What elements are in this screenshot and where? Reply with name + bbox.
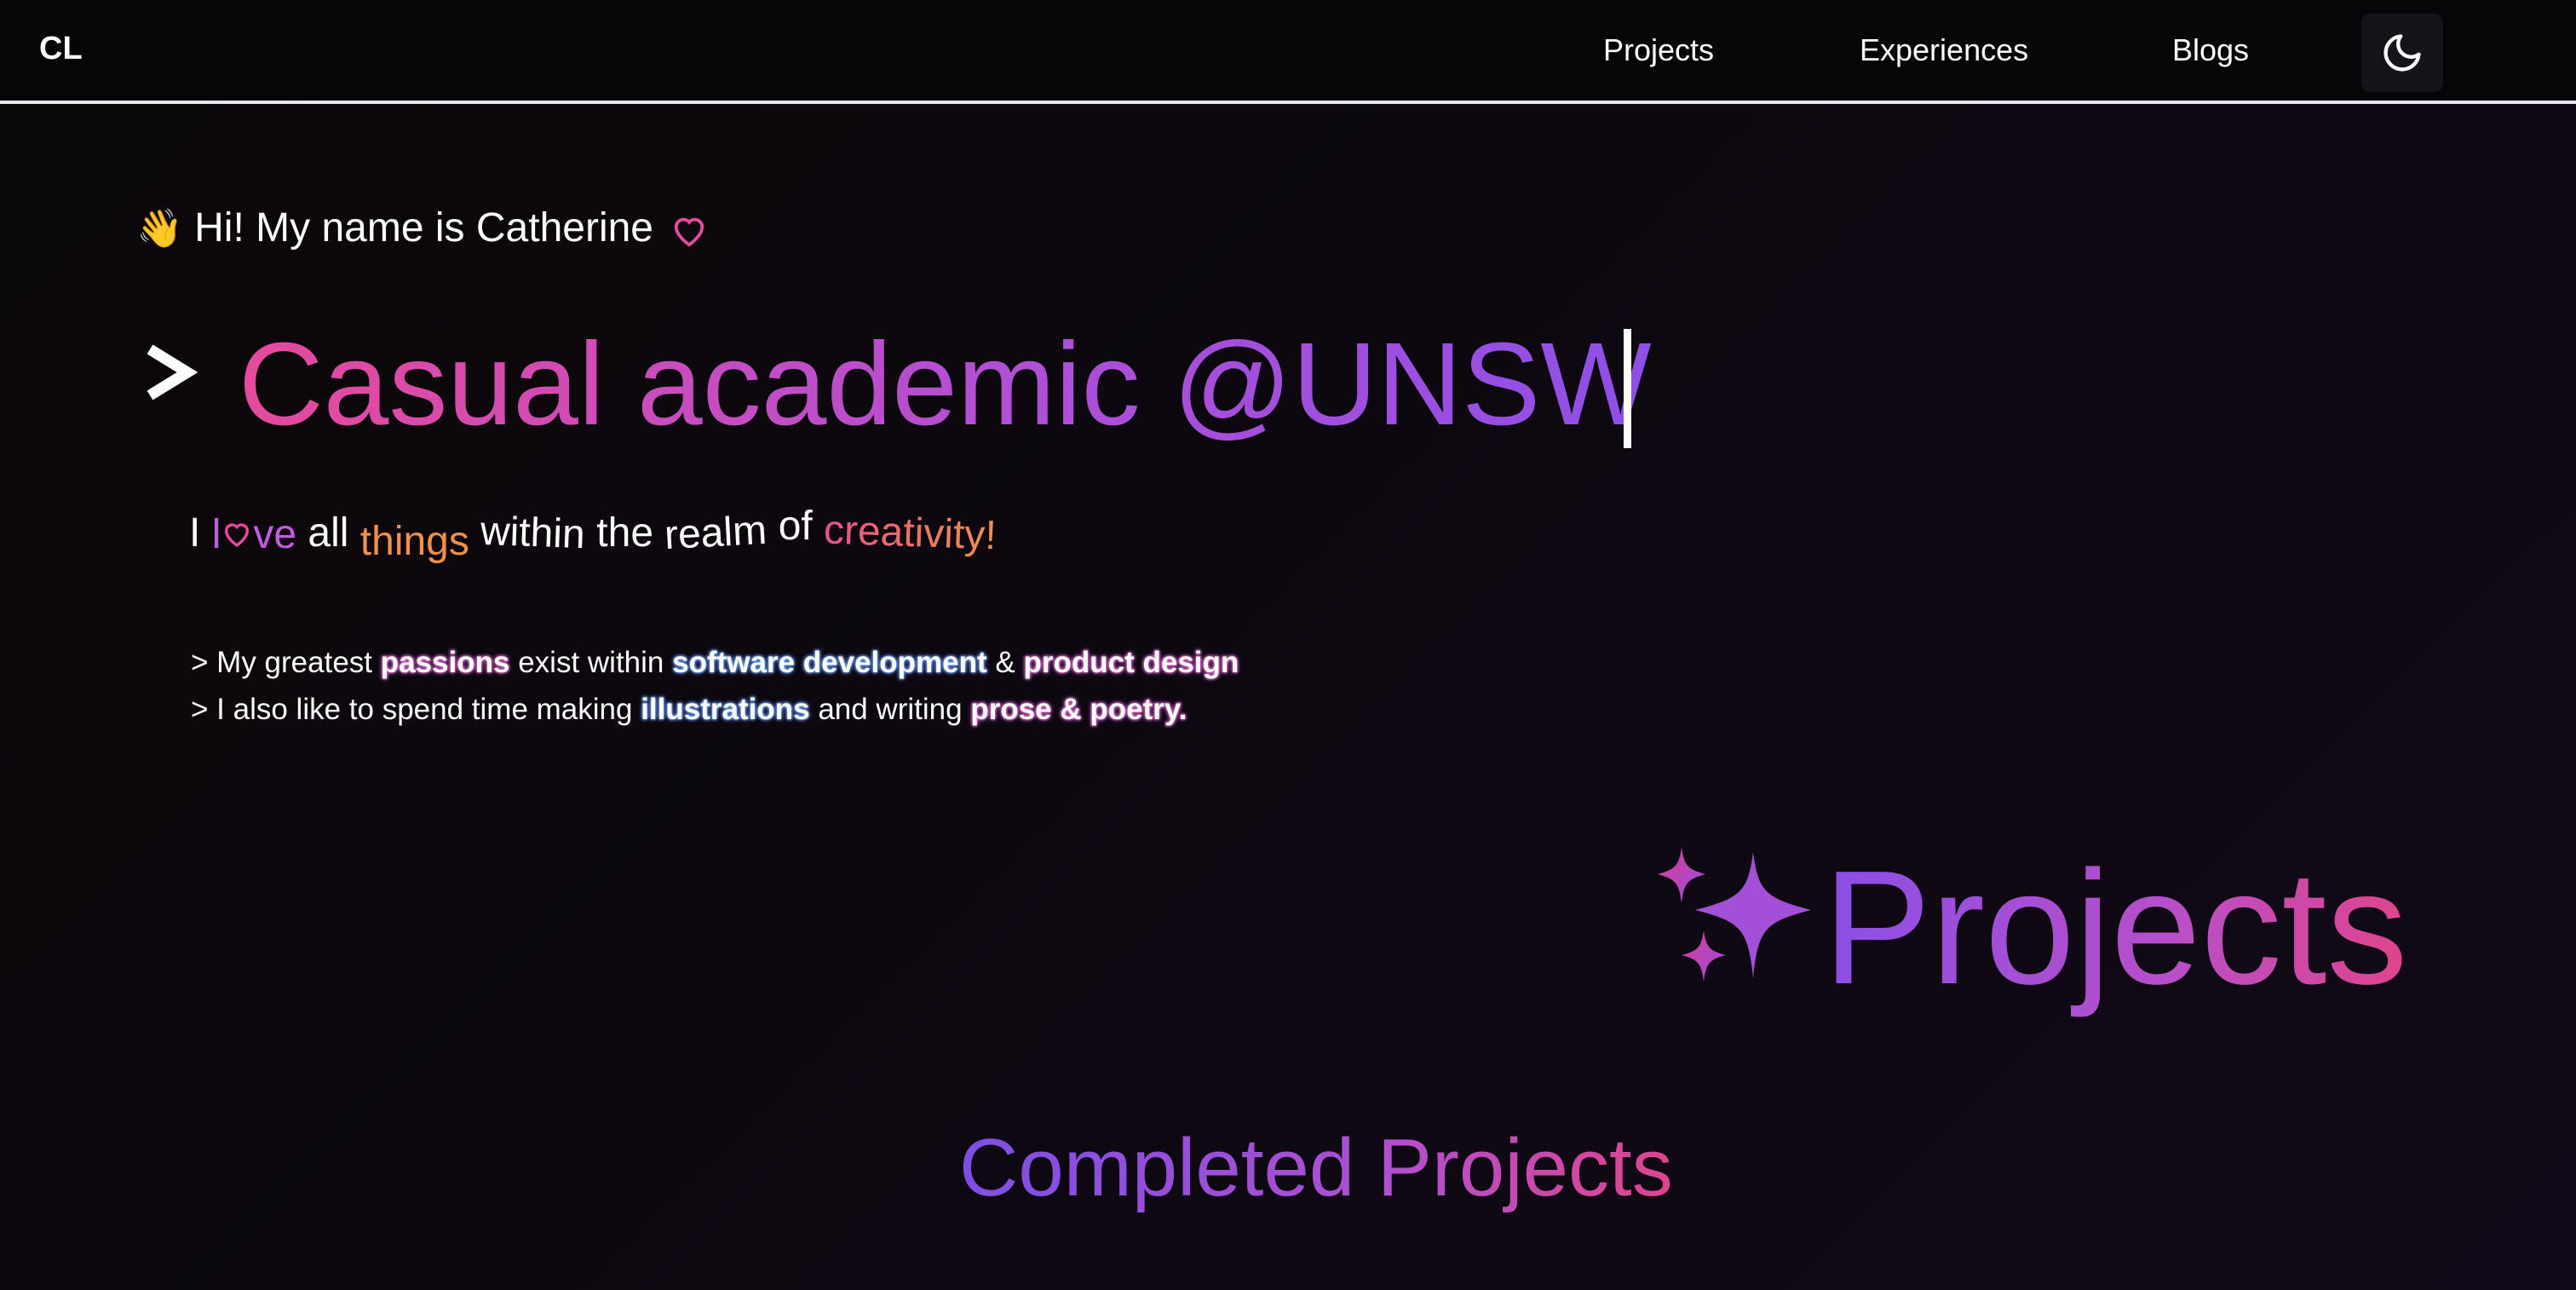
nav-link-experiences[interactable]: Experiences: [1860, 32, 2028, 68]
heart-icon: [225, 523, 250, 547]
tagline-word-of: of: [778, 504, 813, 549]
site-logo[interactable]: CL: [39, 31, 83, 67]
tagline-love-l: l: [211, 512, 221, 557]
tagline-word-all: all: [308, 510, 349, 556]
passions-line-1: > My greatest passions exist within soft…: [191, 646, 1239, 680]
tagline-word-love: l ve: [212, 511, 296, 558]
passions-mid: exist within: [518, 646, 664, 679]
headline-typewriter: Casual academic @UNSW: [239, 317, 1652, 452]
theme-toggle-button[interactable]: [2361, 14, 2443, 92]
nav-link-blogs[interactable]: Blogs: [2172, 32, 2249, 68]
tagline-word-things: things: [359, 519, 469, 564]
greeting-text: Hi! My name is Catherine: [194, 205, 653, 251]
prompt-chevron-icon: [147, 344, 198, 400]
projects-section-title: Projects: [1823, 835, 2407, 1021]
highlight-illustrations: illustrations: [641, 693, 810, 726]
tagline-love-rest: ve: [253, 512, 297, 557]
sparkles-icon: [1658, 847, 1811, 982]
highlight-software-development: software development: [672, 646, 987, 679]
highlight-product-design: product design: [1023, 646, 1239, 679]
greeting: 👋 Hi! My name is Catherine: [136, 204, 709, 251]
tagline: I l ve all things within the realm of cre…: [189, 504, 998, 564]
hobbies-prefix: > I also like to spend time making: [191, 693, 633, 726]
tagline-word-within: within: [480, 508, 586, 558]
typing-cursor: [1624, 329, 1631, 448]
heart-icon: [675, 218, 704, 247]
passions-amp: &: [995, 646, 1015, 679]
tagline-word-i: I: [189, 510, 201, 556]
tagline-word-creativity: creativity!: [823, 507, 998, 559]
highlight-prose-poetry: prose & poetry.: [970, 693, 1187, 726]
tagline-word-the: the: [596, 510, 654, 556]
wave-emoji: 👋: [136, 208, 183, 250]
tagline-word-realm: realm: [664, 507, 768, 559]
completed-projects-heading: Completed Projects: [959, 1122, 1673, 1213]
nav-link-projects[interactable]: Projects: [1603, 32, 1714, 68]
highlight-passions: passions: [380, 646, 510, 679]
navbar: CL Projects Experiences Blogs: [0, 0, 2576, 104]
moon-icon: [2383, 34, 2421, 72]
passions-line-2: > I also like to spend time making illus…: [191, 693, 1187, 727]
passions-prefix: > My greatest: [191, 646, 373, 679]
hobbies-mid: and writing: [818, 693, 963, 726]
